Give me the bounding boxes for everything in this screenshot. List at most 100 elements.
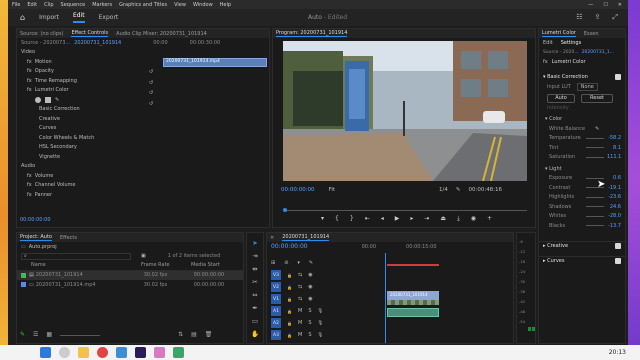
menu-window[interactable]: Window bbox=[193, 2, 213, 8]
tab-project[interactable]: Project: Auto bbox=[20, 234, 52, 241]
program-timecode[interactable]: 00:00:00:00 bbox=[281, 187, 315, 193]
track-target-icon[interactable]: V1 bbox=[271, 294, 281, 304]
maximize-icon[interactable]: ☐ bbox=[603, 2, 607, 8]
solo-icon[interactable]: S bbox=[308, 320, 311, 326]
ec-sub-vignette[interactable]: Vignette bbox=[17, 152, 269, 162]
play-icon[interactable]: ▶ bbox=[395, 215, 400, 223]
lumetri-param-slider[interactable] bbox=[586, 137, 604, 139]
tab-effect-controls[interactable]: Effect Controls bbox=[71, 30, 109, 37]
ellipse-mask-icon[interactable] bbox=[35, 96, 41, 103]
solo-icon[interactable]: S bbox=[308, 308, 311, 314]
reset-icon[interactable]: ↺ bbox=[149, 101, 153, 107]
new-item-icon[interactable]: ▤ bbox=[191, 331, 197, 338]
add-marker-icon[interactable]: ▾ bbox=[297, 260, 300, 266]
ec-audio-volume[interactable]: fx Volume bbox=[17, 171, 269, 181]
video-clip[interactable]: 20200731_101914 bbox=[387, 291, 439, 300]
marker-icon[interactable]: ▾ bbox=[321, 215, 324, 223]
explorer-icon[interactable] bbox=[78, 347, 89, 358]
lock-icon[interactable]: 🔒 bbox=[287, 309, 292, 314]
tab-edit[interactable]: Edit bbox=[73, 12, 85, 23]
tab-essential[interactable]: Essen bbox=[584, 31, 599, 37]
rect-mask-icon[interactable] bbox=[45, 96, 51, 103]
sort-icon[interactable]: ⇅ bbox=[178, 331, 183, 338]
selection-tool-icon[interactable]: ➤ bbox=[252, 239, 257, 247]
new-bin-icon[interactable]: ▣ bbox=[141, 253, 146, 259]
playhead-knob[interactable] bbox=[283, 208, 287, 212]
reset-icon[interactable]: ↺ bbox=[149, 69, 153, 75]
ec-sub-curves[interactable]: Curves bbox=[17, 124, 269, 134]
tab-effects[interactable]: Effects bbox=[60, 235, 77, 241]
ec-sub-basic[interactable]: Basic Correction bbox=[17, 105, 269, 115]
timeline-timecode[interactable]: 00:00:00:00 bbox=[271, 243, 308, 250]
menu-help[interactable]: Help bbox=[220, 2, 231, 8]
menu-markers[interactable]: Markers bbox=[92, 2, 112, 8]
slip-tool-icon[interactable]: ⇔ bbox=[252, 291, 257, 299]
menu-view[interactable]: View bbox=[174, 2, 186, 8]
sync-icon[interactable]: ⇆ bbox=[298, 272, 302, 278]
mute-icon[interactable]: M bbox=[298, 320, 302, 326]
tab-source[interactable]: Source: (no clips) bbox=[20, 31, 63, 37]
search-taskbar-icon[interactable] bbox=[59, 347, 70, 358]
razor-tool-icon[interactable]: ✂ bbox=[252, 278, 257, 286]
curves-checkbox[interactable] bbox=[615, 258, 621, 265]
ec-footer-time[interactable]: 00:00:00:00 bbox=[20, 217, 51, 223]
project-row[interactable]: ▤ 20200731_101914 30.02 fps 00:00:00:00 bbox=[17, 270, 243, 280]
solo-icon[interactable]: S bbox=[308, 332, 311, 338]
track-target-icon[interactable]: A1 bbox=[271, 306, 281, 316]
hand-tool-icon[interactable]: ✋ bbox=[251, 330, 259, 338]
lumetri-effect-dropdown[interactable]: Lumetri Color bbox=[552, 59, 586, 65]
tab-sequence[interactable]: 20200731_101914 bbox=[282, 234, 330, 241]
ec-audio-channel[interactable]: fx Channel Volume bbox=[17, 181, 269, 191]
eye-icon[interactable]: ◉ bbox=[308, 296, 312, 302]
mute-icon[interactable]: M bbox=[298, 308, 302, 314]
lock-icon[interactable]: 🔒 bbox=[287, 285, 292, 290]
lumetri-param-slider[interactable] bbox=[586, 147, 604, 149]
lumetri-param-value[interactable]: 24.6 bbox=[607, 204, 621, 210]
close-icon[interactable]: ✕ bbox=[618, 2, 622, 8]
share-icon[interactable]: ⇪ bbox=[595, 13, 601, 22]
pen-tool-icon[interactable]: ✒ bbox=[252, 304, 257, 312]
subtab-edit[interactable]: Edit bbox=[543, 40, 553, 46]
project-row[interactable]: ▭ 20200731_101914.mp4 30.02 fps 00:00:00… bbox=[17, 280, 243, 290]
audio-clip[interactable] bbox=[387, 308, 439, 317]
ec-effect-lumetri[interactable]: fx Lumetri Color bbox=[17, 86, 269, 96]
col-name[interactable]: Name bbox=[21, 262, 141, 268]
pencil-icon[interactable]: ✎ bbox=[20, 331, 25, 338]
pen-mask-icon[interactable]: ✎ bbox=[55, 97, 59, 103]
mail-icon[interactable] bbox=[116, 347, 127, 358]
track-target-icon[interactable]: V3 bbox=[271, 270, 281, 280]
fit-dropdown[interactable]: Fit bbox=[329, 187, 335, 193]
workspaces-icon[interactable]: ☷ bbox=[576, 13, 582, 22]
ec-audio-panner[interactable]: fx Panner bbox=[17, 190, 269, 200]
tab-import[interactable]: Import bbox=[39, 14, 59, 21]
mic-icon[interactable]: 🎙 bbox=[318, 309, 324, 314]
lumetri-param-value[interactable]: -58.2 bbox=[607, 135, 621, 141]
eyedropper-icon[interactable]: ✎ bbox=[595, 126, 599, 132]
go-to-out-icon[interactable]: ⇥ bbox=[424, 215, 429, 223]
lumetri-param-value[interactable]: 111.1 bbox=[607, 154, 621, 160]
reset-icon[interactable]: ↺ bbox=[149, 90, 153, 96]
photos-icon[interactable] bbox=[154, 347, 165, 358]
ripple-edit-icon[interactable]: ⇹ bbox=[252, 265, 257, 273]
tab-audio-mixer[interactable]: Audio Clip Mixer: 20200731_101914 bbox=[116, 31, 207, 37]
lumetri-param-slider[interactable] bbox=[586, 196, 604, 198]
close-seq-icon[interactable]: ✕ bbox=[270, 235, 274, 241]
mic-icon[interactable]: 🎙 bbox=[318, 321, 324, 326]
lumetri-param-value[interactable]: -23.6 bbox=[607, 194, 621, 200]
resolution-dropdown[interactable]: 1/4 bbox=[439, 187, 448, 193]
home-icon[interactable]: ⌂ bbox=[20, 13, 25, 22]
track-target-icon[interactable]: V2 bbox=[271, 282, 281, 292]
mark-in-icon[interactable]: { bbox=[335, 215, 339, 223]
menu-file[interactable]: File bbox=[12, 2, 20, 8]
menu-clip[interactable]: Clip bbox=[44, 2, 53, 8]
program-scrubber[interactable] bbox=[283, 208, 527, 212]
lumetri-param-slider[interactable] bbox=[586, 225, 604, 227]
search-field[interactable]: ⌕ bbox=[21, 252, 131, 260]
lock-icon[interactable]: 🔒 bbox=[287, 297, 292, 302]
windows-start-icon[interactable] bbox=[40, 347, 51, 358]
mic-icon[interactable]: 🎙 bbox=[318, 333, 324, 338]
lumetri-param-value[interactable]: -28.0 bbox=[607, 213, 621, 219]
mark-out-icon[interactable]: } bbox=[350, 215, 354, 223]
basic-correction-header[interactable]: ▾ Basic Correction bbox=[539, 73, 625, 83]
snap-icon[interactable]: ⊞ bbox=[271, 260, 275, 266]
